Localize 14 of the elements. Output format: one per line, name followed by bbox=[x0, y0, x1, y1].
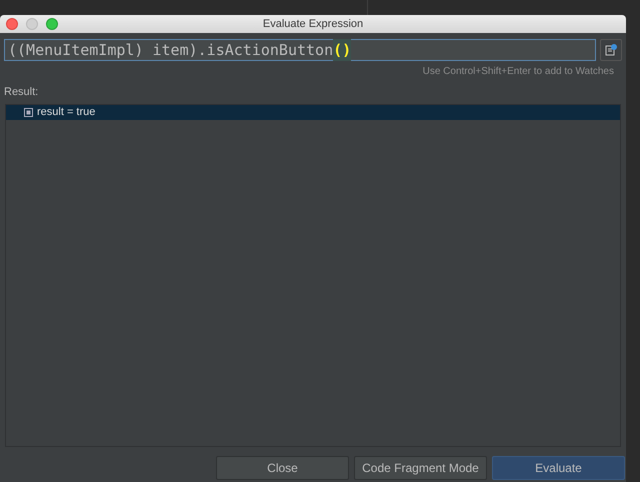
expression-field[interactable]: ((MenuItemImpl) item).isActionButton() bbox=[4, 39, 596, 61]
close-window-icon[interactable] bbox=[6, 18, 18, 30]
result-text: result = true bbox=[37, 104, 96, 120]
result-label: Result: bbox=[3, 85, 40, 100]
boolean-value-icon bbox=[24, 108, 33, 116]
hint-text: Use Control+Shift+Enter to add to Watches bbox=[422, 65, 615, 79]
zoom-window-icon[interactable] bbox=[46, 18, 58, 30]
dialog-button[interactable]: Close bbox=[216, 456, 349, 480]
dialog-button[interactable]: Code Fragment Mode bbox=[354, 456, 487, 480]
add-to-watches-button[interactable] bbox=[600, 39, 622, 61]
watch-add-icon bbox=[605, 44, 617, 56]
dialog-button[interactable]: Evaluate bbox=[492, 456, 625, 480]
result-row[interactable]: result = true bbox=[6, 104, 620, 120]
window-title: Evaluate Expression bbox=[262, 16, 364, 32]
